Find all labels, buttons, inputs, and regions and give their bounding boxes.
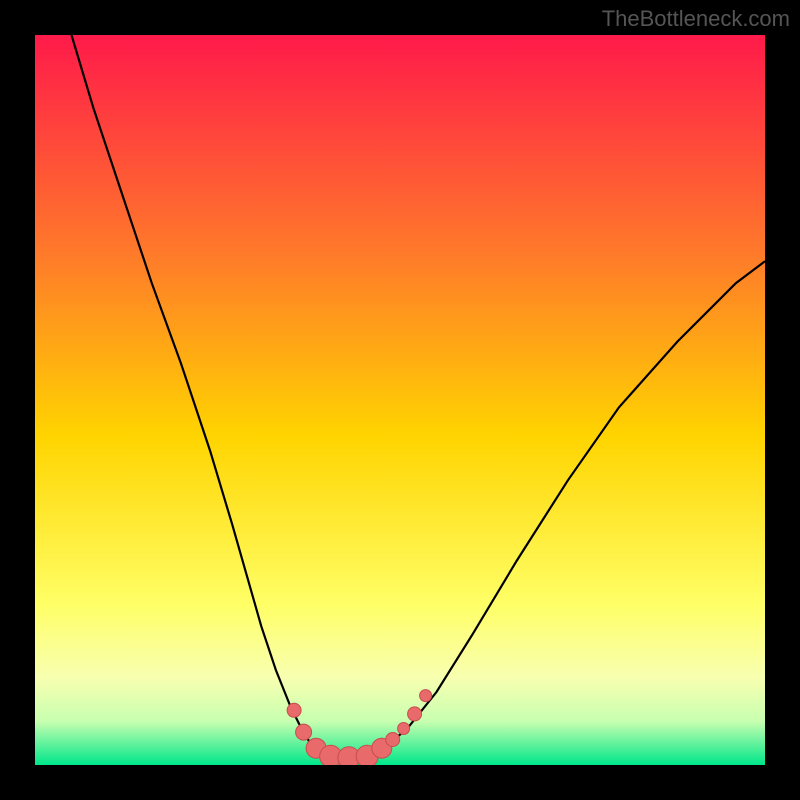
marker-point — [287, 703, 301, 717]
marker-point — [296, 724, 312, 740]
marker-point — [420, 690, 432, 702]
watermark-text: TheBottleneck.com — [602, 6, 790, 32]
marker-point — [398, 723, 410, 735]
gradient-background — [35, 35, 765, 765]
marker-point — [386, 733, 400, 747]
plot-area — [35, 35, 765, 765]
chart-frame: TheBottleneck.com — [0, 0, 800, 800]
chart-svg — [35, 35, 765, 765]
marker-point — [408, 707, 422, 721]
